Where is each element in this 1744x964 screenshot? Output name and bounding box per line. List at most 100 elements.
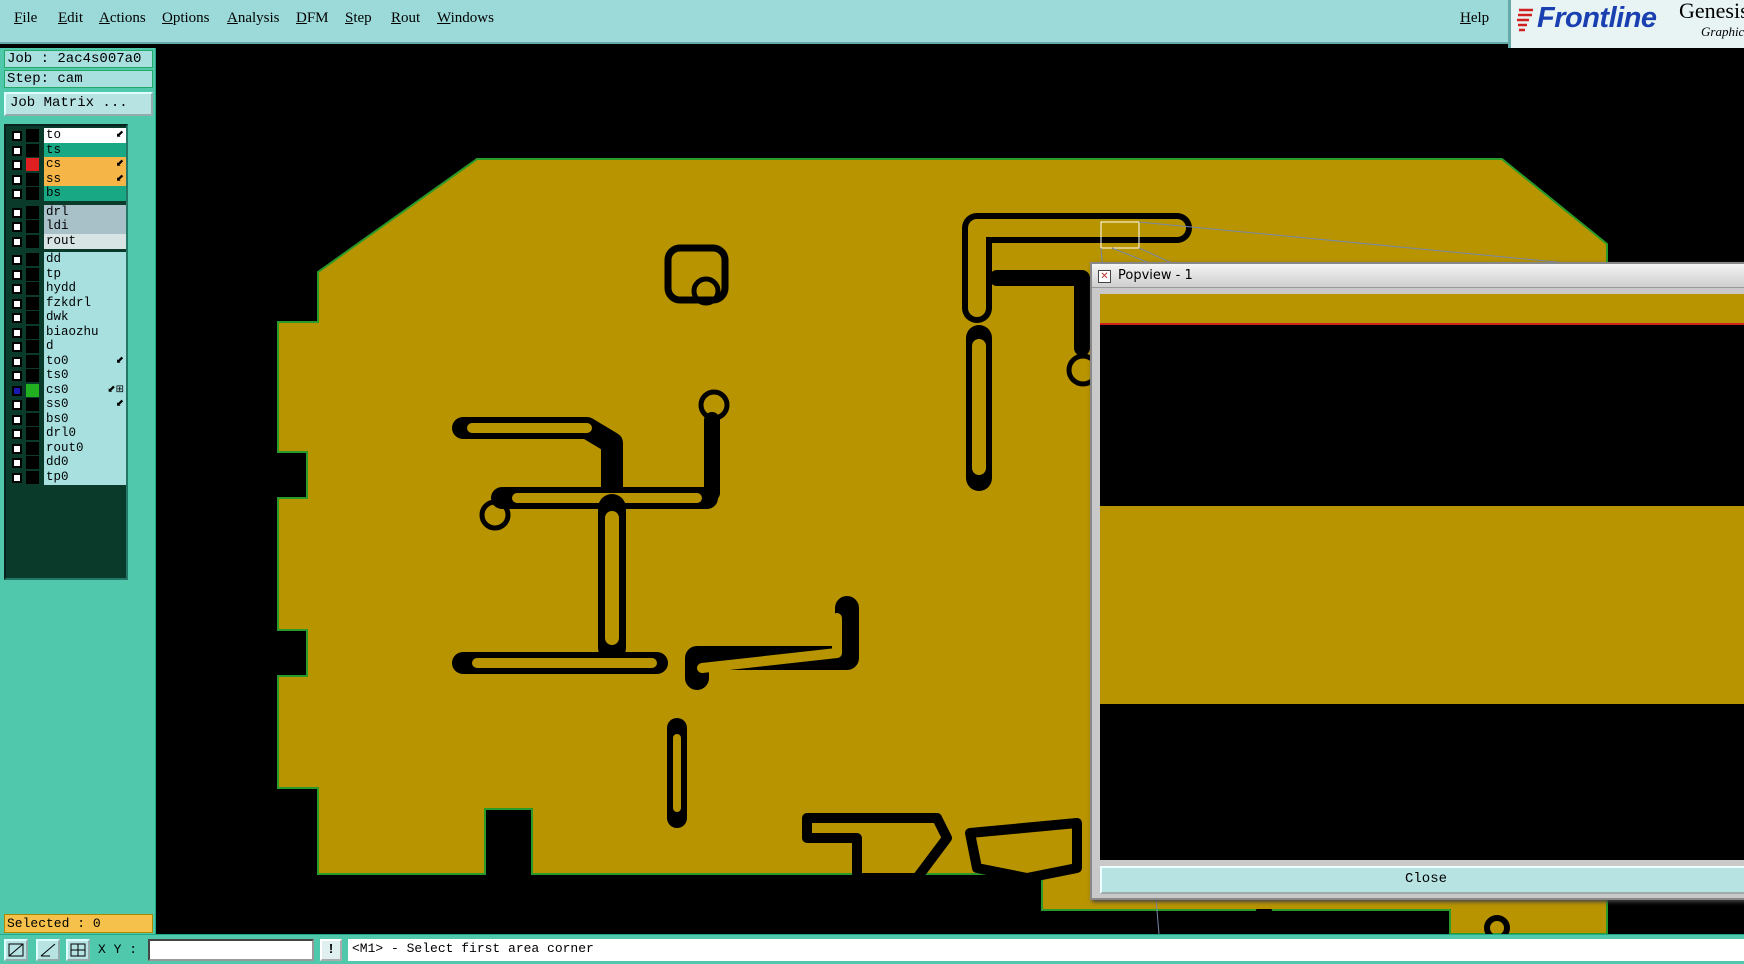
layer-row-tp[interactable]: tp — [8, 266, 126, 282]
layer-color-swatch[interactable] — [26, 253, 39, 266]
layer-name[interactable]: d — [44, 339, 126, 354]
graphic-canvas[interactable]: ✕ Popview - 1 Close — [157, 48, 1744, 934]
layer-name[interactable]: tp0 — [44, 469, 126, 485]
layer-checkbox[interactable] — [12, 269, 22, 280]
layer-row-fzkdrl[interactable]: fzkdrl — [8, 295, 126, 311]
menu-rout[interactable]: Rout — [391, 10, 420, 27]
window-close-icon[interactable]: ✕ — [1098, 270, 1111, 283]
zoom-area-button[interactable] — [4, 939, 28, 961]
layer-checkbox[interactable] — [12, 414, 22, 425]
layer-row-cs0[interactable]: cs0 ⬋⊞ — [8, 382, 126, 398]
layer-row-bs[interactable]: bs — [8, 186, 126, 201]
layer-row-to0[interactable]: to0 ⬋ — [8, 353, 126, 369]
layer-name[interactable]: dd — [44, 252, 126, 267]
layer-color-swatch[interactable] — [26, 441, 39, 455]
layer-name[interactable]: ts — [44, 142, 126, 158]
menu-step[interactable]: Step — [345, 10, 372, 27]
xy-input[interactable] — [148, 939, 314, 961]
layer-checkbox[interactable] — [12, 207, 22, 218]
layer-color-swatch[interactable] — [26, 325, 39, 339]
grid-button[interactable] — [66, 939, 90, 961]
layer-checkbox[interactable] — [12, 255, 22, 265]
layer-name[interactable]: to ⬋ — [44, 128, 126, 143]
layer-row-dd0[interactable]: dd0 — [8, 455, 126, 470]
layer-name[interactable]: bs0 — [44, 411, 126, 427]
menu-file[interactable]: File — [14, 10, 37, 27]
layer-checkbox[interactable] — [12, 327, 22, 338]
layer-checkbox[interactable] — [12, 160, 22, 170]
alert-icon[interactable]: ! — [320, 939, 342, 961]
layer-row-dd[interactable]: dd — [8, 252, 126, 267]
layer-row-ss[interactable]: ss ⬋ — [8, 171, 126, 187]
layer-row-dwk[interactable]: dwk — [8, 310, 126, 325]
layer-color-swatch[interactable] — [26, 354, 39, 368]
layer-row-ts0[interactable]: ts0 — [8, 368, 126, 383]
layer-color-swatch[interactable] — [26, 311, 39, 324]
layer-name[interactable]: rout0 — [44, 440, 126, 456]
layer-checkbox[interactable] — [12, 145, 22, 156]
menu-dfm[interactable]: DFM — [296, 10, 329, 27]
layer-color-swatch[interactable] — [26, 205, 39, 219]
layer-color-swatch[interactable] — [26, 267, 39, 281]
popview-titlebar[interactable]: ✕ Popview - 1 — [1092, 264, 1744, 288]
layer-checkbox[interactable] — [12, 356, 22, 367]
layer-name[interactable]: ldi — [44, 219, 126, 234]
layer-name[interactable]: ss ⬋ — [44, 171, 126, 187]
layer-checkbox[interactable] — [12, 222, 22, 232]
layer-checkbox[interactable] — [12, 400, 22, 410]
layer-checkbox[interactable] — [12, 458, 22, 468]
layer-checkbox[interactable] — [12, 443, 22, 454]
layer-row-rout[interactable]: rout — [8, 233, 126, 249]
layer-name[interactable]: drl0 — [44, 426, 126, 441]
layer-row-hydd[interactable]: hydd — [8, 281, 126, 296]
layer-row-ts[interactable]: ts — [8, 142, 126, 158]
job-matrix-button[interactable]: Job Matrix ... — [4, 92, 153, 116]
layer-name[interactable]: cs0 ⬋⊞ — [44, 382, 126, 398]
layer-checkbox[interactable] — [12, 371, 22, 381]
layer-checkbox[interactable] — [12, 313, 22, 323]
layer-checkbox[interactable] — [12, 236, 22, 247]
layer-color-swatch[interactable] — [26, 296, 39, 310]
layer-checkbox[interactable] — [12, 429, 22, 439]
layer-checkbox[interactable] — [12, 284, 22, 294]
layer-row-to[interactable]: to ⬋ — [8, 128, 126, 143]
layer-color-swatch[interactable] — [26, 470, 39, 484]
layer-color-swatch[interactable] — [26, 158, 39, 171]
menu-actions[interactable]: Actions — [99, 10, 146, 27]
layer-row-d[interactable]: d — [8, 339, 126, 354]
layer-color-swatch[interactable] — [26, 143, 39, 157]
layer-color-swatch[interactable] — [26, 456, 39, 469]
layer-checkbox[interactable] — [12, 189, 22, 199]
layer-row-bs0[interactable]: bs0 — [8, 411, 126, 427]
layer-name[interactable]: bs — [44, 186, 126, 201]
layer-row-tp0[interactable]: tp0 — [8, 469, 126, 485]
layer-color-swatch[interactable] — [26, 427, 39, 440]
layer-row-drl[interactable]: drl — [8, 204, 126, 220]
layer-checkbox[interactable] — [12, 385, 22, 396]
layer-checkbox[interactable] — [12, 131, 22, 141]
layer-checkbox[interactable] — [12, 472, 22, 483]
layer-color-swatch[interactable] — [26, 129, 39, 142]
layer-name[interactable]: ss0 ⬋ — [44, 397, 126, 412]
menu-edit[interactable]: Edit — [58, 10, 83, 27]
layer-name[interactable]: fzkdrl — [44, 295, 126, 311]
layer-name[interactable]: dwk — [44, 310, 126, 325]
measure-button[interactable] — [36, 939, 60, 961]
layer-name[interactable]: biaozhu — [44, 324, 126, 340]
layer-color-swatch[interactable] — [26, 412, 39, 426]
layer-name[interactable]: dd0 — [44, 455, 126, 470]
layer-name[interactable]: ts0 — [44, 368, 126, 383]
layer-name[interactable]: cs ⬋ — [44, 157, 126, 172]
layer-name[interactable]: tp — [44, 266, 126, 282]
layer-row-biaozhu[interactable]: biaozhu — [8, 324, 126, 340]
menu-help[interactable]: Help — [1460, 10, 1489, 27]
layer-color-swatch[interactable] — [26, 220, 39, 233]
layer-checkbox[interactable] — [12, 298, 22, 309]
popview-close-button[interactable]: Close — [1100, 866, 1744, 894]
layer-row-rout0[interactable]: rout0 — [8, 440, 126, 456]
layer-color-swatch[interactable] — [26, 398, 39, 411]
layer-color-swatch[interactable] — [26, 187, 39, 200]
layer-name[interactable]: hydd — [44, 281, 126, 296]
layer-color-swatch[interactable] — [26, 340, 39, 353]
layer-checkbox[interactable] — [12, 174, 22, 185]
